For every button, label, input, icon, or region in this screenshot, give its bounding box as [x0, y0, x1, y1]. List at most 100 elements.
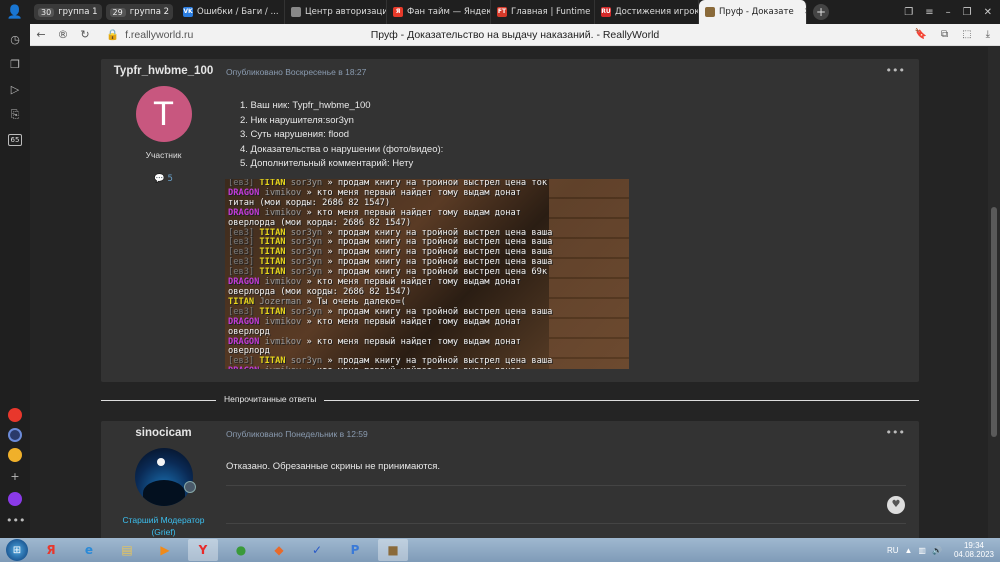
tab-4[interactable]: RU Достижения игрока	[595, 0, 700, 24]
chat-nick: ivmikov	[259, 316, 302, 327]
video-icon[interactable]: ▷	[6, 81, 24, 99]
chat-rank: TITAN	[254, 267, 286, 278]
clock[interactable]: 19:34 04.08.2023	[954, 541, 994, 559]
more-icon[interactable]: •••	[6, 512, 25, 530]
chat-text: » Ты очень далеко=(	[301, 296, 406, 307]
chat-rank: TITAN	[254, 179, 286, 188]
minecraft-chat-screenshot[interactable]: [ев3] TITAN sor3yn » продам книгу на тро…	[225, 179, 629, 369]
bookmarks-icon[interactable]: ⎘	[6, 106, 24, 124]
post-date[interactable]: Опубликовано Воскресенье в 18:27	[226, 67, 366, 77]
bookmark-icon[interactable]: 🔖	[915, 29, 927, 40]
chat-text: » продам книгу на тройной выстрел цена в…	[322, 247, 553, 258]
reputation-count: 5	[167, 174, 173, 184]
media-player-icon[interactable]: ▶	[150, 539, 180, 561]
file-explorer-icon[interactable]: ▤	[112, 539, 142, 561]
reload-icon[interactable]: ↻	[74, 28, 96, 41]
shield-app-icon[interactable]: ✓	[302, 539, 332, 561]
avatar[interactable]: T	[135, 86, 192, 142]
chat-rank: TITAN	[254, 227, 286, 238]
collections-icon[interactable]: ❐	[6, 56, 24, 74]
chat-nick: sor3yn	[285, 227, 323, 238]
sidebar-badge[interactable]: 65	[8, 134, 22, 146]
chat-nick: sor3yn	[285, 267, 323, 278]
p-app-icon[interactable]: P	[340, 539, 370, 561]
yandex-id-icon[interactable]: ®	[52, 28, 74, 41]
yandex-browser-icon[interactable]: Я	[36, 539, 66, 561]
tab-5-active[interactable]: Пруф - Доказате ✕	[699, 0, 808, 24]
browser-sidebar: ◷ ❐ ▷ ⎘ 65 + •••	[0, 24, 30, 538]
start-button[interactable]: ⊞	[6, 539, 28, 561]
minimize-icon[interactable]: –	[946, 7, 951, 18]
chat-nick: ivmikov	[259, 336, 302, 347]
chat-line: DRAGON ivmikov » кто меня первый найдет …	[225, 316, 629, 328]
close-tab-icon[interactable]: ✕	[804, 7, 806, 17]
more-options-icon[interactable]: •••	[886, 64, 905, 77]
tab-group-0[interactable]: 30 группа 1	[34, 4, 102, 20]
more-options-icon[interactable]: •••	[886, 426, 905, 439]
profile-icon[interactable]: 👤	[0, 0, 30, 24]
author-column: sinocicam Старший Модератор (Grief)	[101, 421, 226, 538]
heart-icon[interactable]: ♥	[887, 496, 905, 514]
game-app-icon[interactable]: ◆	[264, 539, 294, 561]
downloads-icon[interactable]: ⤓	[986, 29, 990, 40]
scrollbar-thumb[interactable]	[991, 207, 997, 437]
tab-3[interactable]: FT Главная | Funtime	[491, 0, 596, 24]
clock-time: 19:34	[963, 541, 984, 550]
close-window-icon[interactable]: ✕	[984, 7, 992, 18]
menu-icon[interactable]: ≡	[925, 7, 933, 18]
tab-1[interactable]: Центр авторизаци	[285, 0, 388, 24]
chrome-icon[interactable]: ●	[226, 539, 256, 561]
url-field[interactable]: 🔒 f.reallyworld.ru	[106, 28, 193, 42]
user-role: Участник	[145, 150, 182, 160]
alice-icon[interactable]	[8, 428, 22, 442]
unread-replies-label: Непрочитанные ответы	[216, 394, 325, 404]
moderator-badge-icon	[184, 481, 196, 493]
yandex-app-icon[interactable]: Y	[188, 539, 218, 561]
back-icon[interactable]: ←	[30, 28, 52, 41]
restore-icon[interactable]: ❐	[963, 7, 972, 18]
youtube-icon[interactable]	[8, 408, 22, 422]
chat-line: DRAGON ivmikov » кто меня первый найдет …	[225, 336, 629, 348]
chat-level: [ев3]	[228, 227, 255, 238]
tab-group-1[interactable]: 29 группа 2	[105, 4, 174, 20]
new-tab-button[interactable]: +	[813, 4, 830, 20]
internet-explorer-icon[interactable]: e	[74, 539, 104, 561]
assistant-icon[interactable]	[8, 492, 22, 506]
tab-group-count: 29	[109, 7, 126, 17]
chat-rank: DRAGON	[228, 187, 260, 198]
document-icon	[291, 7, 302, 17]
chat-rank: DRAGON	[228, 277, 260, 288]
add-icon[interactable]: +	[6, 468, 24, 486]
post-date[interactable]: Опубликовано Понедельник в 12:59	[226, 429, 368, 439]
volume-icon[interactable]: 🔊	[932, 546, 942, 555]
language-indicator[interactable]: RU	[887, 546, 899, 555]
tab-manager-icon[interactable]: ❐	[904, 7, 913, 18]
minecraft-icon[interactable]: ■	[378, 539, 408, 561]
chat-rank: DRAGON	[228, 316, 260, 327]
tray-chevron-icon[interactable]: ▲	[905, 546, 913, 555]
chat-level: [ев3]	[228, 237, 255, 248]
tab-0[interactable]: VK Ошибки / Баги / ...	[177, 0, 286, 24]
report-items: 1. Ваш ник: Typfr_hwbme_100 2. Ник наруш…	[240, 99, 443, 172]
history-icon[interactable]: ◷	[6, 31, 24, 49]
page-scrollbar[interactable]	[988, 47, 1000, 538]
chat-nick: sor3yn	[285, 179, 323, 188]
author-name[interactable]: Typfr_hwbme_100	[101, 65, 226, 77]
moon-icon	[156, 458, 165, 466]
translate-icon[interactable]: ⧉	[941, 29, 948, 40]
list-item: 5. Дополнительный комментарий: Нету	[240, 158, 414, 169]
chat-text: » продам книгу на тройной выстрел цена в…	[322, 257, 553, 268]
chat-text: оверлорд	[228, 346, 270, 357]
author-name[interactable]: sinocicam	[101, 427, 226, 439]
extensions-icon[interactable]: ⬚	[962, 29, 971, 40]
zen-icon[interactable]	[8, 448, 22, 462]
chat-text: оверлорд	[228, 326, 270, 337]
tab-title: Центр авторизаци	[305, 7, 388, 17]
tab-2[interactable]: Я Фан тайм — Яндекс	[387, 0, 492, 24]
chat-nick: sor3yn	[285, 237, 323, 248]
chat-rank: TITAN	[254, 257, 286, 268]
role-title: Старший Модератор	[122, 515, 205, 525]
avatar[interactable]	[134, 448, 193, 506]
network-icon[interactable]: ▥	[918, 546, 926, 555]
tab-title: Фан тайм — Яндекс	[407, 7, 492, 17]
